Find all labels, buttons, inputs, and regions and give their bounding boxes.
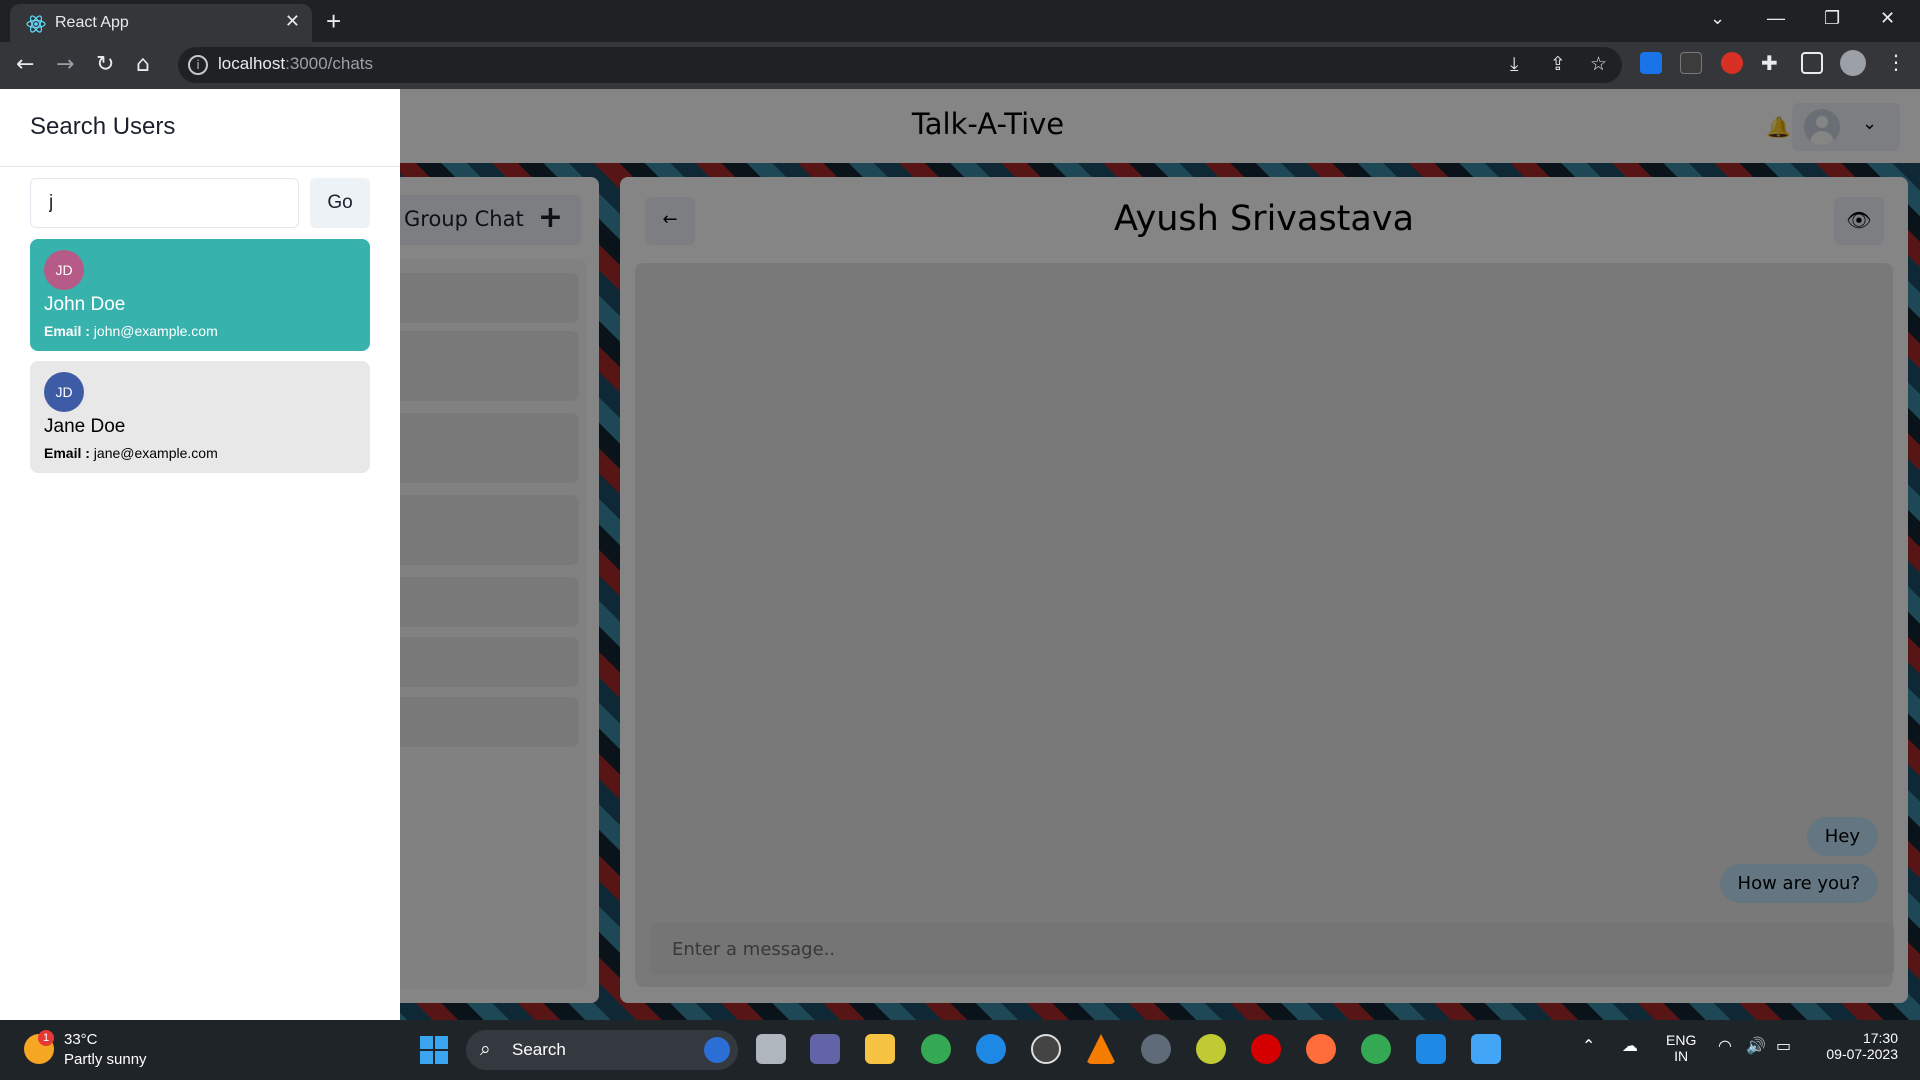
user-result-item[interactable]: JD Jane Doe Email : jane@example.com: [30, 361, 370, 473]
address-bar[interactable]: i localhost:3000/chats ⤓ ⇪ ☆: [178, 47, 1622, 83]
vlc-icon[interactable]: [1086, 1034, 1116, 1064]
search-icon: ⌕: [480, 1038, 491, 1060]
back-arrow-icon[interactable]: ←: [16, 52, 34, 77]
browser-menu-icon[interactable]: ⋮: [1886, 50, 1906, 74]
taskbar-search-label: Search: [512, 1040, 566, 1059]
language-code: ENG: [1666, 1032, 1697, 1048]
search-input[interactable]: [30, 178, 299, 228]
email-value: jane@example.com: [93, 445, 218, 461]
onedrive-cloud-icon[interactable]: ☁: [1622, 1036, 1638, 1055]
paint-icon[interactable]: [1471, 1034, 1501, 1064]
user-email: Email : john@example.com: [44, 323, 218, 339]
clock[interactable]: 17:30 09-07-2023: [1814, 1030, 1898, 1062]
user-result-item[interactable]: JD John Doe Email : john@example.com: [30, 239, 370, 351]
region-code: IN: [1674, 1048, 1689, 1064]
chrome-icon[interactable]: [921, 1034, 951, 1064]
clock-date: 09-07-2023: [1826, 1046, 1898, 1062]
email-label: Email :: [44, 445, 90, 461]
user-name: John Doe: [44, 294, 126, 315]
url-text: localhost:3000/chats: [218, 54, 373, 74]
windows-start-icon[interactable]: [420, 1036, 448, 1064]
opera-icon[interactable]: [1251, 1034, 1281, 1064]
side-panel-icon[interactable]: [1801, 52, 1823, 74]
extension-1-icon[interactable]: [1640, 52, 1662, 74]
tray-chevron-icon[interactable]: ⌃: [1582, 1036, 1595, 1055]
url-path: :3000/chats: [285, 54, 374, 73]
browser-profile-avatar[interactable]: [1840, 50, 1866, 76]
reload-icon[interactable]: ↻: [96, 52, 114, 77]
app-icon[interactable]: [1196, 1034, 1226, 1064]
drawer-header: Search Users: [0, 89, 400, 167]
extensions-puzzle-icon[interactable]: ✚: [1761, 52, 1783, 74]
browser-tab[interactable]: React App ✕: [10, 4, 312, 42]
go-button[interactable]: Go: [310, 178, 370, 228]
tab-title: React App: [55, 14, 129, 31]
bookmark-star-icon[interactable]: ☆: [1590, 53, 1607, 75]
tab-search-icon[interactable]: ⌄: [1710, 8, 1725, 29]
obs-icon[interactable]: [1031, 1034, 1061, 1064]
home-icon[interactable]: ⌂: [136, 52, 150, 77]
drawer-title: Search Users: [30, 113, 176, 140]
vscode-icon[interactable]: [1416, 1034, 1446, 1064]
url-host: localhost: [218, 54, 286, 73]
share-icon[interactable]: ⇪: [1550, 53, 1566, 75]
help-icon[interactable]: [976, 1034, 1006, 1064]
teams-icon[interactable]: [810, 1034, 840, 1064]
avatar: JD: [44, 250, 84, 290]
minimize-button[interactable]: —: [1767, 8, 1785, 29]
site-info-icon[interactable]: i: [188, 55, 208, 75]
restore-button[interactable]: ❐: [1824, 8, 1840, 29]
weather-description[interactable]: Partly sunny: [64, 1051, 147, 1068]
task-view-icon[interactable]: [756, 1034, 786, 1064]
file-explorer-icon[interactable]: [865, 1034, 895, 1064]
postman-icon[interactable]: [1306, 1034, 1336, 1064]
page-viewport: Talk-A-Tive 🔔 ⌄ Group Chat + ← Ayush Sri…: [0, 89, 1920, 1020]
browser-toolbar: ← → ↻ ⌂ i localhost:3000/chats ⤓ ⇪ ☆: [0, 42, 1920, 89]
extension-3-icon[interactable]: [1721, 52, 1743, 74]
wifi-icon[interactable]: ◠: [1718, 1036, 1732, 1055]
forward-arrow-icon[interactable]: →: [56, 52, 74, 77]
install-icon[interactable]: ⤓: [1510, 53, 1518, 75]
close-window-button[interactable]: ✕: [1880, 8, 1895, 29]
weather-temperature[interactable]: 33°C: [64, 1031, 98, 1048]
windows-taskbar: 1 33°C Partly sunny ⌕ Search ⌃ ☁ ENG IN …: [0, 1020, 1920, 1080]
chrome-profile-icon[interactable]: [1361, 1034, 1391, 1064]
user-email: Email : jane@example.com: [44, 445, 218, 461]
browser-tabbar: React App ✕ + ⌄ — ❐ ✕: [0, 0, 1920, 42]
react-logo-icon: [26, 15, 46, 33]
weather-badge: 1: [38, 1030, 54, 1046]
email-label: Email :: [44, 323, 90, 339]
language-indicator[interactable]: ENG IN: [1666, 1032, 1696, 1064]
search-users-drawer: Search Users Go JD John Doe Email : john…: [0, 89, 400, 1020]
bing-icon: [704, 1037, 730, 1063]
battery-icon[interactable]: ▭: [1776, 1036, 1791, 1055]
user-name: Jane Doe: [44, 416, 126, 437]
clock-time: 17:30: [1862, 1030, 1898, 1046]
email-value: john@example.com: [93, 323, 218, 339]
new-tab-button[interactable]: +: [326, 6, 341, 37]
taskbar-search[interactable]: ⌕ Search: [466, 1030, 738, 1070]
settings-gear-icon[interactable]: [1141, 1034, 1171, 1064]
avatar: JD: [44, 372, 84, 412]
extension-2-icon[interactable]: [1680, 52, 1702, 74]
tab-close-icon[interactable]: ✕: [285, 11, 300, 32]
volume-icon[interactable]: 🔊: [1746, 1036, 1766, 1055]
